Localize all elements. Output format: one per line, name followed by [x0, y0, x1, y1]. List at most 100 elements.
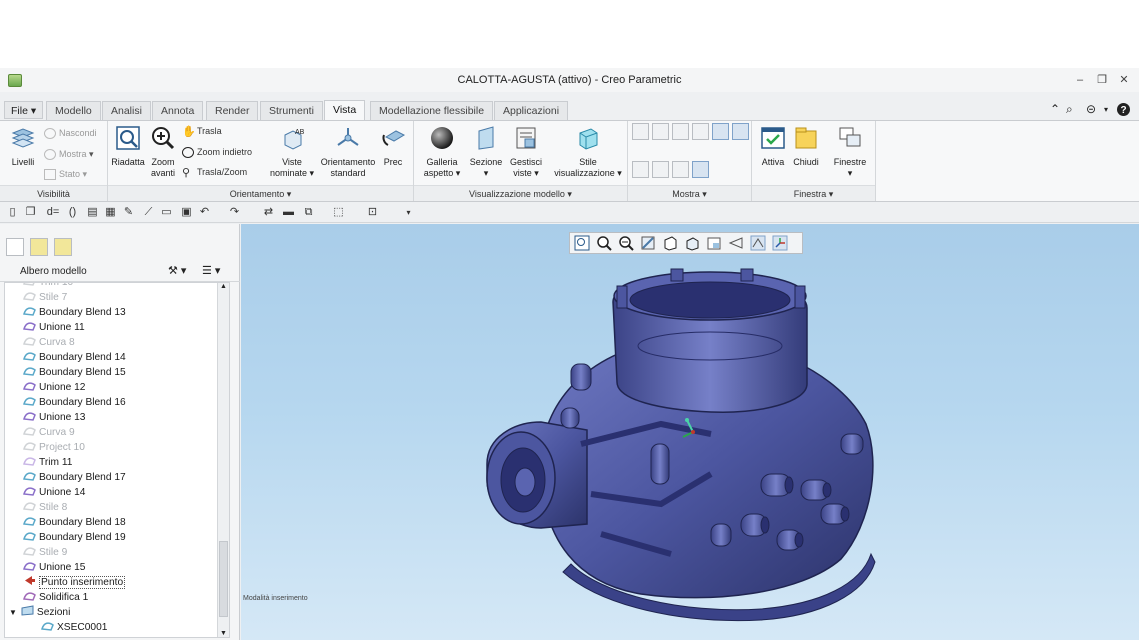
folder-browser-tab-icon[interactable] — [30, 238, 48, 256]
gestisci-viste-button[interactable]: Gestisci viste ▾ — [506, 125, 546, 179]
close-button[interactable]: ✕ — [1116, 72, 1132, 88]
dimension-icon[interactable]: d= — [42, 206, 64, 219]
attiva-button[interactable]: Attiva — [756, 125, 790, 168]
tree-item[interactable]: Unione 12 — [23, 380, 85, 395]
tree-item[interactable]: Boundary Blend 18 — [23, 515, 126, 530]
prec-button[interactable]: Prec — [378, 125, 408, 168]
viste-nominate-button[interactable]: AB Viste nominate ▾ — [266, 125, 318, 179]
tab-analisi[interactable]: Analisi — [102, 101, 151, 120]
model-tree-tab-icon[interactable] — [6, 238, 24, 256]
print-icon[interactable]: ▤ — [86, 206, 99, 219]
tree-item[interactable]: Curva 9 — [23, 425, 75, 440]
model-info-icon[interactable]: ▦ — [104, 206, 117, 219]
tree-item[interactable]: Stile 7 — [23, 290, 67, 305]
windows-toolbar-icon[interactable]: ⧉ — [302, 206, 315, 219]
tree-item[interactable]: Boundary Blend 15 — [23, 365, 126, 380]
tree-item[interactable]: Project 10 — [23, 440, 85, 455]
tree-item[interactable]: Unione 13 — [23, 410, 85, 425]
tree-item[interactable]: Punto inserimento — [23, 575, 126, 590]
chevron-up-icon[interactable]: ⌃ — [1050, 102, 1060, 116]
csys-display-icon[interactable] — [692, 123, 709, 140]
stile-visualizzazione-button[interactable]: Stile visualizzazione ▾ — [550, 125, 626, 179]
tree-item[interactable]: XSEC0001 — [41, 620, 107, 635]
help-icon[interactable]: ? — [1116, 102, 1131, 120]
finestre-button[interactable]: Finestre ▾ — [830, 125, 870, 179]
tree-item[interactable]: Solidifica 1 — [23, 590, 88, 605]
csys-tag-display-icon[interactable] — [672, 161, 689, 178]
tree-item[interactable]: Boundary Blend 14 — [23, 350, 126, 365]
tree-columns-icon[interactable]: ☰ ▾ — [202, 264, 220, 277]
expand-arrow-icon[interactable]: ▼ — [9, 608, 17, 617]
trasla-button[interactable]: ✋Trasla — [182, 125, 222, 138]
tree-item[interactable]: Unione 11 — [23, 320, 85, 335]
customize-dropdown-icon[interactable]: ▾ — [402, 206, 415, 219]
new-icon[interactable]: ▯ — [6, 206, 19, 219]
annotation-display-icon[interactable] — [692, 161, 709, 178]
refit-toolbar-icon[interactable]: ⊡ — [366, 206, 379, 219]
graphics-viewport[interactable]: Modalità inserimento — [241, 224, 1139, 640]
scroll-up-arrow-icon[interactable]: ▲ — [220, 283, 227, 290]
tab-file[interactable]: File ▾ — [4, 101, 44, 119]
sezione-button[interactable]: Sezione ▾ — [468, 125, 504, 179]
tab-applicazioni[interactable]: Applicazioni — [494, 101, 569, 120]
restore-button[interactable]: ❐ — [1094, 72, 1110, 88]
tree-item[interactable]: Trim 10 — [23, 283, 73, 290]
tree-item[interactable]: Stile 8 — [23, 500, 67, 515]
model-3d-render[interactable] — [241, 224, 1139, 640]
scroll-down-arrow-icon[interactable]: ▼ — [220, 630, 227, 637]
tree-item[interactable]: Stile 9 — [23, 545, 67, 560]
tree-item[interactable]: Unione 14 — [23, 485, 85, 500]
tree-settings-icon[interactable]: ⚒ ▾ — [168, 264, 186, 277]
galleria-aspetto-button[interactable]: Galleria aspetto ▾ — [420, 125, 464, 179]
regenerate-icon[interactable]: ⇄ — [262, 206, 275, 219]
redo-icon[interactable]: ↷ — [228, 206, 241, 219]
tab-modellazione-flessibile[interactable]: Modellazione flessibile — [370, 101, 494, 120]
sketch-icon[interactable]: ✎ — [122, 206, 135, 219]
orientamento-standard-button[interactable]: Orientamento standard — [320, 125, 376, 179]
tree-item[interactable]: Unione 15 — [23, 560, 85, 575]
zoom-indietro-button[interactable]: Zoom indietro — [182, 146, 252, 159]
plane-display-icon[interactable] — [632, 123, 649, 140]
tree-item[interactable]: Boundary Blend 17 — [23, 470, 126, 485]
ptc-community-icon[interactable]: ⊝ — [1086, 102, 1096, 116]
tab-modello[interactable]: Modello — [46, 101, 101, 120]
open-folder-icon[interactable]: ▭ — [160, 206, 173, 219]
plane-tag-display-icon[interactable] — [712, 123, 729, 140]
nascondi-button[interactable]: Nascondi — [44, 127, 97, 140]
axis-tag-display-icon[interactable] — [632, 161, 649, 178]
tree-item[interactable]: Boundary Blend 16 — [23, 395, 126, 410]
trasla-zoom-button[interactable]: ⚲ Trasla/Zoom — [182, 166, 247, 179]
measure-icon[interactable]: ⟋ — [142, 206, 155, 219]
stato-button[interactable]: Stato ▾ — [44, 168, 87, 181]
favorites-tab-icon[interactable] — [54, 238, 72, 256]
chiudi-button[interactable]: Chiudi — [790, 125, 822, 168]
tree-item[interactable]: ▼ Sezioni — [9, 605, 70, 620]
tree-scrollbar[interactable]: ▲ ▼ — [217, 283, 229, 637]
sketch-view-icon[interactable]: ⬚ — [332, 206, 345, 219]
open-icon[interactable]: ❐ — [24, 206, 37, 219]
tab-annota[interactable]: Annota — [152, 101, 204, 120]
tree-item[interactable]: Boundary Blend 13 — [23, 305, 126, 320]
tree-item[interactable]: Curva 8 — [23, 335, 75, 350]
mostra-button[interactable]: Mostra ▾ — [44, 148, 94, 161]
tab-vista[interactable]: Vista — [324, 100, 366, 120]
scroll-thumb[interactable] — [219, 541, 228, 617]
point-tag-display-icon[interactable] — [652, 161, 669, 178]
tab-render[interactable]: Render — [206, 101, 259, 120]
spin-center-icon[interactable] — [732, 123, 749, 140]
zoom-avanti-button[interactable]: Zoom avanti — [148, 125, 178, 179]
relations-icon[interactable]: () — [66, 206, 79, 219]
point-display-icon[interactable] — [672, 123, 689, 140]
riadatta-button[interactable]: Riadatta — [110, 125, 146, 168]
tree-item[interactable]: Boundary Blend 19 — [23, 530, 126, 545]
tab-strumenti[interactable]: Strumenti — [260, 101, 323, 120]
livelli-button[interactable]: Livelli — [6, 125, 40, 168]
folder-icon[interactable]: ▬ — [282, 206, 295, 219]
undo-icon[interactable]: ↶ — [198, 206, 211, 219]
dropdown-arrow-icon[interactable]: ▾ — [1104, 105, 1108, 114]
minimize-button[interactable]: – — [1072, 72, 1088, 88]
tree-item[interactable]: Trim 11 — [23, 455, 72, 470]
axis-display-icon[interactable] — [652, 123, 669, 140]
search-icon[interactable]: ⌕ — [1066, 102, 1073, 117]
save-icon[interactable]: ▣ — [180, 206, 193, 219]
